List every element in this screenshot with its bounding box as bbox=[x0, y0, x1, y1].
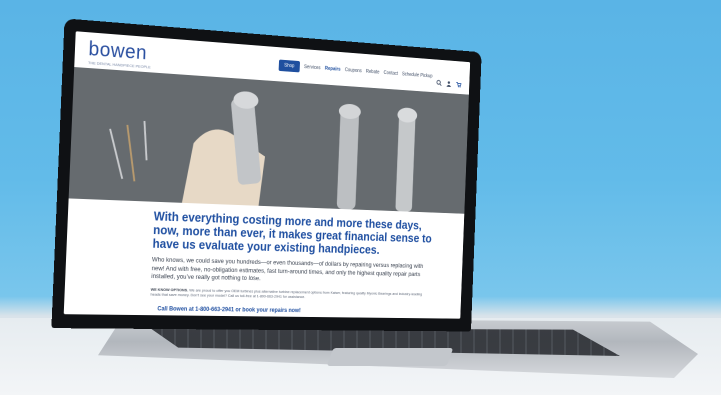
cart-icon[interactable] bbox=[456, 75, 462, 88]
laptop-screen: bowen THE DENTAL HANDPIECE PEOPLE Shop S… bbox=[63, 31, 471, 319]
user-icon[interactable] bbox=[446, 74, 452, 87]
nav-item-coupons[interactable]: Coupons bbox=[345, 67, 362, 74]
site-logo[interactable]: bowen THE DENTAL HANDPIECE PEOPLE bbox=[88, 38, 152, 69]
laptop: bowen THE DENTAL HANDPIECE PEOPLE Shop S… bbox=[0, 0, 721, 395]
options-text: We are proud to offer you OEM turbines p… bbox=[150, 287, 423, 300]
page-content: With everything costing more and more th… bbox=[63, 198, 465, 319]
nav-item-rebate[interactable]: Rebate bbox=[366, 69, 380, 76]
main-menu: Shop Services Repairs Coupons Rebate Con… bbox=[278, 59, 462, 88]
search-icon[interactable] bbox=[436, 74, 442, 81]
nav-item-services[interactable]: Services bbox=[304, 64, 321, 71]
laptop-lid: bowen THE DENTAL HANDPIECE PEOPLE Shop S… bbox=[51, 18, 482, 332]
shop-button[interactable]: Shop bbox=[278, 59, 300, 73]
intro-paragraph: Who knows, we could save you hundreds—or… bbox=[151, 256, 424, 283]
options-paragraph: WE KNOW OPTIONS. We are proud to offer y… bbox=[150, 286, 429, 301]
photo-scene: bowen THE DENTAL HANDPIECE PEOPLE Shop S… bbox=[0, 0, 721, 395]
nav-item-contact[interactable]: Contact bbox=[383, 70, 398, 77]
trackpad bbox=[326, 348, 454, 366]
nav-item-schedule-pickup[interactable]: Schedule Pickup bbox=[402, 72, 433, 80]
nav-item-repairs[interactable]: Repairs bbox=[325, 66, 341, 73]
page-headline: With everything costing more and more th… bbox=[152, 209, 432, 257]
call-to-action-link[interactable]: Call Bowen at 1-800-663-2941 or book you… bbox=[157, 306, 446, 315]
